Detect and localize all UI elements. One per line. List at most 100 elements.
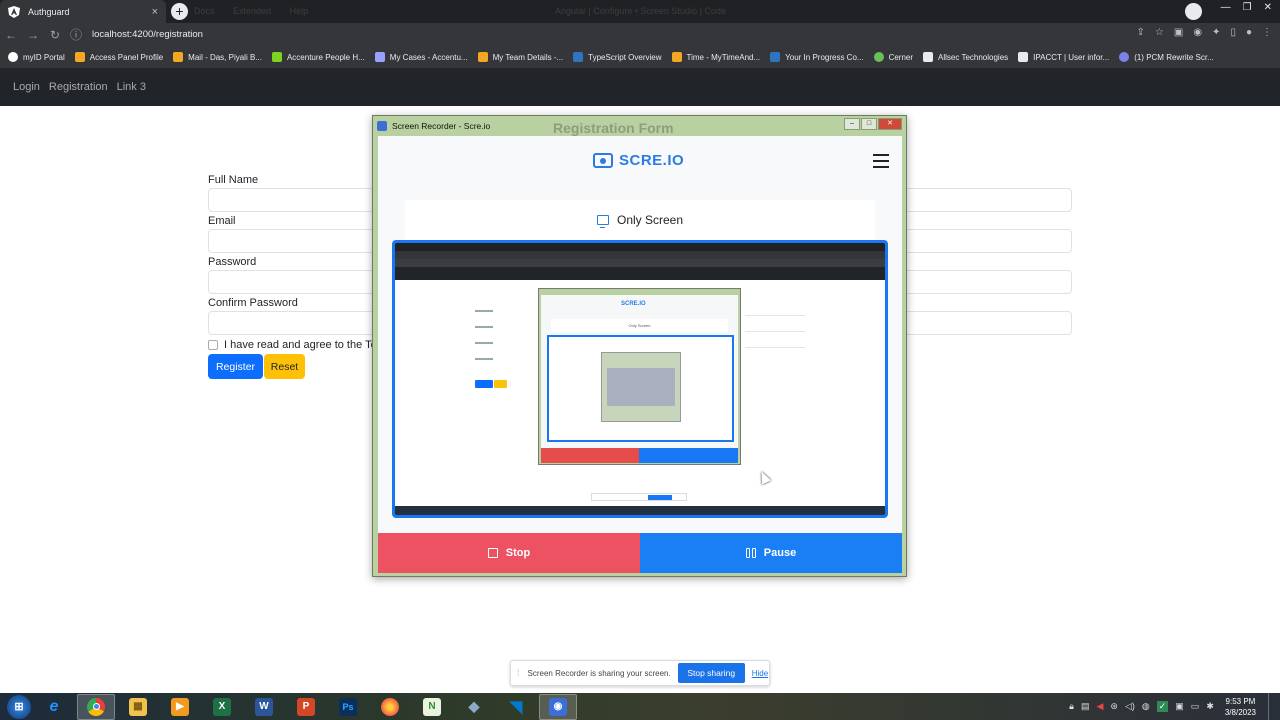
email-label: Email xyxy=(208,215,236,227)
nav-link-registration[interactable]: Registration xyxy=(49,81,108,93)
nav-link-3[interactable]: Link 3 xyxy=(117,81,146,93)
new-tab-button[interactable]: + xyxy=(171,3,188,20)
preview-form-label xyxy=(475,358,493,360)
windows-start-icon[interactable]: ⊞ xyxy=(7,694,31,719)
puzzle-icon[interactable]: ✦ xyxy=(1212,27,1220,38)
sync-icon[interactable]: ⊛ xyxy=(1110,701,1118,712)
wifi-icon[interactable]: ◍ xyxy=(1142,701,1150,712)
browser-tab-authguard[interactable]: Authguard × xyxy=(0,0,166,23)
system-clock[interactable]: 9:53 PM 3/8/2023 xyxy=(1225,696,1256,718)
ghost-tab: Help xyxy=(289,6,309,16)
bookmark-icon xyxy=(477,52,488,62)
check-icon[interactable]: ✓ xyxy=(1156,701,1169,712)
bookmark-in-progress[interactable]: Your In Progress Co... xyxy=(770,52,864,62)
reload-icon[interactable]: ↻ xyxy=(44,28,66,42)
bookmark-ipacct[interactable]: IPACCT | User infor... xyxy=(1018,52,1109,62)
network-icon[interactable]: ▤ xyxy=(1081,701,1090,712)
preview-stop-bar xyxy=(541,448,639,463)
recorder-extension-icon[interactable]: ◉ xyxy=(1193,27,1202,38)
taskbar-notepad-plus[interactable]: N xyxy=(413,694,451,720)
stop-sharing-button[interactable]: Stop sharing xyxy=(677,663,745,683)
bookmark-time[interactable]: Time - MyTimeAnd... xyxy=(671,52,761,62)
bookmark-icon xyxy=(8,52,18,62)
back-icon[interactable]: ← xyxy=(0,28,22,42)
tab-close-icon[interactable]: × xyxy=(152,6,158,18)
taskbar-vscode[interactable]: ◥ xyxy=(497,694,535,720)
chrome-icon xyxy=(87,697,105,716)
bookmark-access-panel[interactable]: Access Panel Profile xyxy=(74,52,164,62)
bookmark-icon xyxy=(671,52,682,62)
bookmark-typescript[interactable]: TypeScript Overview xyxy=(573,52,662,62)
recorder-close-icon[interactable]: ✕ xyxy=(878,118,902,130)
recorder-window-controls: – □ ✕ xyxy=(844,118,902,130)
nav-link-login[interactable]: Login xyxy=(13,81,40,93)
bookmark-label: Mail - Das, Piyali B... xyxy=(188,52,262,62)
action-center-icon[interactable]: ▭ xyxy=(1191,701,1200,712)
clock-date: 3/8/2023 xyxy=(1224,707,1256,717)
bookmark-label: Cerner xyxy=(888,52,914,62)
taskbar-media-player[interactable]: ▶ xyxy=(161,694,199,720)
forward-icon[interactable]: → xyxy=(22,28,44,42)
capture-mode[interactable]: Only Screen xyxy=(405,200,875,240)
bookmark-allsec[interactable]: Allsec Technologies xyxy=(923,52,1008,62)
taskbar-chrome[interactable] xyxy=(77,693,115,720)
pause-button[interactable]: Pause xyxy=(640,533,902,573)
drag-handle-icon[interactable]: ⁞ xyxy=(517,668,520,678)
taskbar-firefox[interactable] xyxy=(371,694,409,720)
taskbar-photoshop[interactable]: Ps xyxy=(329,694,367,720)
bookmark-accenture-people[interactable]: Accenture People H... xyxy=(271,52,365,62)
taskbar-word[interactable]: W xyxy=(245,694,283,720)
bookmark-mail[interactable]: Mail - Das, Piyali B... xyxy=(173,52,262,62)
register-button[interactable]: Register xyxy=(208,354,263,379)
taskbar-excel[interactable]: X xyxy=(203,694,241,720)
recorder-maximize-icon[interactable]: □ xyxy=(861,118,877,130)
volume-icon[interactable]: ◁) xyxy=(1125,701,1135,712)
preview-share-button xyxy=(648,495,672,500)
info-icon[interactable]: ⓘ xyxy=(70,26,82,43)
bookmark-cerner[interactable]: Cerner xyxy=(873,52,914,62)
tab-search-button[interactable] xyxy=(1185,3,1202,20)
sidebar-icon[interactable]: ▯ xyxy=(1230,27,1236,38)
minimize-icon[interactable]: — xyxy=(1221,2,1231,13)
terms-checkbox[interactable] xyxy=(208,340,218,350)
taskbar-internet-explorer[interactable]: e xyxy=(35,694,73,720)
extension-icon[interactable]: ▣ xyxy=(1174,27,1183,38)
bookmark-pcm-rewrite[interactable]: (1) PCM Rewrite Scr... xyxy=(1119,52,1214,62)
monitor-icon xyxy=(596,215,609,228)
bookmark-myid-portal[interactable]: myID Portal xyxy=(8,52,65,62)
bookmark-label: Access Panel Profile xyxy=(89,52,164,62)
close-icon[interactable]: ✕ xyxy=(1264,2,1272,13)
reset-button[interactable]: Reset xyxy=(264,354,305,379)
screen-preview: SCRE.IO Only Screen xyxy=(392,240,888,518)
bookmark-my-team[interactable]: My Team Details -... xyxy=(477,52,563,62)
window-controls: — ❐ ✕ xyxy=(1221,2,1272,13)
bluetooth-icon[interactable]: ✱ xyxy=(1206,701,1214,712)
taskbar-git-tool[interactable]: ◆ xyxy=(455,694,493,720)
preview-form-label xyxy=(475,342,493,344)
taskbar-powerpoint[interactable]: P xyxy=(287,694,325,720)
clock-time: 9:53 PM xyxy=(1225,696,1256,706)
lock-icon[interactable]: 🔒︎ xyxy=(1069,701,1074,712)
preview-toolbar xyxy=(395,251,885,259)
taskbar-screen-recorder[interactable]: ◉ xyxy=(539,693,577,720)
preview-deep-screen xyxy=(607,368,675,406)
bookmark-label: Time - MyTimeAnd... xyxy=(686,52,761,62)
hide-link[interactable]: Hide xyxy=(752,669,768,678)
bookmark-icon xyxy=(770,52,781,62)
flag-icon[interactable]: ◀ xyxy=(1096,701,1103,712)
hamburger-menu-icon[interactable] xyxy=(873,154,889,168)
menu-dots-icon[interactable]: ⋮ xyxy=(1262,27,1272,38)
bookmark-my-cases[interactable]: My Cases - Accentu... xyxy=(374,52,468,62)
share-icon[interactable]: ⇪ xyxy=(1137,27,1145,38)
recorder-minimize-icon[interactable]: – xyxy=(844,118,860,130)
bookmark-star-icon[interactable]: ☆ xyxy=(1155,27,1164,38)
url-text: localhost:4200/registration xyxy=(92,29,203,40)
stop-button[interactable]: Stop xyxy=(378,533,640,573)
address-bar[interactable]: ⓘ localhost:4200/registration xyxy=(70,25,1100,44)
taskbar-file-explorer[interactable]: ▦ xyxy=(119,694,157,720)
restore-icon[interactable]: ❐ xyxy=(1243,2,1252,13)
profile-icon[interactable]: ● xyxy=(1246,27,1252,38)
show-desktop-button[interactable] xyxy=(1268,693,1280,720)
screen-recorder-tray-icon[interactable]: ▣ xyxy=(1175,701,1184,712)
preview-register-button xyxy=(475,380,493,388)
